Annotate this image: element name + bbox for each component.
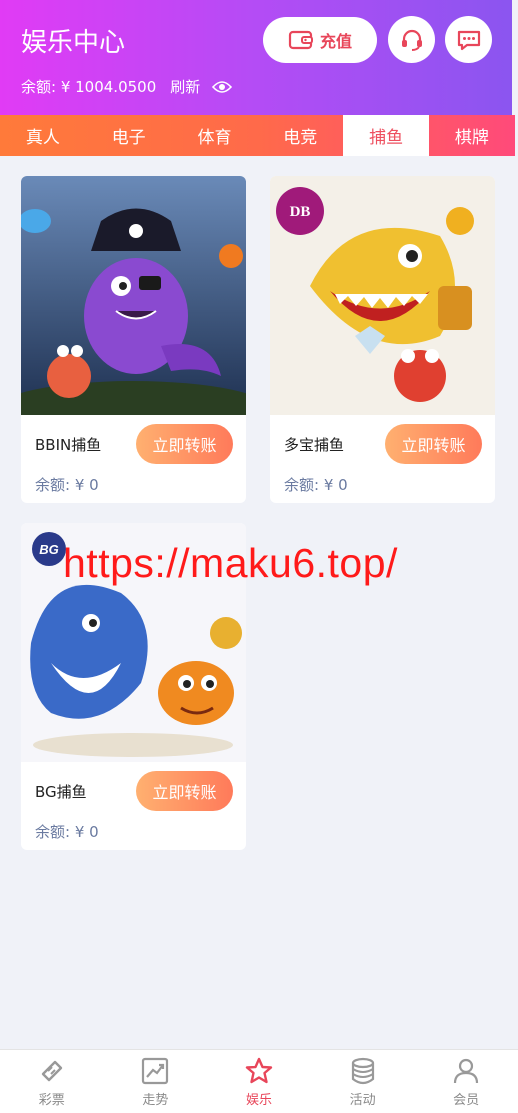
tab-sports[interactable]: 体育 (172, 115, 258, 156)
tab-esports[interactable]: 电竞 (257, 115, 343, 156)
svg-text:DB: DB (290, 204, 311, 220)
nav-item-entertainment[interactable]: 娱乐 (207, 1050, 311, 1113)
game-name: BG捕鱼 (35, 783, 87, 801)
star-icon (245, 1057, 273, 1084)
chat-icon (457, 30, 480, 50)
nav-label: 活动 (349, 1093, 376, 1108)
customer-service-button[interactable] (388, 16, 435, 63)
bbin-fishing-image (21, 176, 246, 415)
db-logo: DB (280, 190, 320, 230)
message-button[interactable] (445, 16, 492, 63)
transfer-button[interactable]: 立即转账 (385, 424, 482, 464)
nav-label: 走势 (142, 1093, 169, 1108)
game-name: 多宝捕鱼 (284, 436, 345, 454)
game-balance: 余额: ¥ 0 (284, 476, 348, 494)
tab-cards[interactable]: 棋牌 (429, 115, 515, 156)
recharge-label: 充值 (319, 32, 352, 51)
eye-icon[interactable] (212, 80, 233, 94)
category-tabs: 真人 电子 体育 电竞 捕鱼 棋牌 (0, 115, 515, 156)
headset-icon (401, 29, 422, 51)
tab-slots[interactable]: 电子 (86, 115, 172, 156)
nav-item-trend[interactable]: 走势 (104, 1050, 208, 1113)
balance-row: 余额: ¥ 1004.0500 刷新 (21, 76, 233, 97)
user-icon (454, 1058, 479, 1084)
nav-item-member[interactable]: 会员 (414, 1050, 518, 1113)
refresh-button[interactable]: 刷新 (170, 76, 200, 97)
game-balance: 余额: ¥ 0 (35, 476, 99, 494)
bottom-nav: 彩票 走势 娱乐 活动 会员 (0, 1049, 518, 1113)
game-balance: 余额: ¥ 0 (35, 823, 99, 841)
trend-icon (142, 1057, 169, 1085)
nav-item-lottery[interactable]: 彩票 (0, 1050, 104, 1113)
watermark-url: https://maku6.top/ (63, 540, 398, 586)
tab-fishing[interactable]: 捕鱼 (343, 115, 429, 156)
nav-label: 娱乐 (245, 1093, 272, 1108)
header: 娱乐中心 余额: ¥ 1004.0500 刷新 充值 (0, 0, 512, 115)
page-title: 娱乐中心 (21, 28, 126, 58)
recharge-button[interactable]: 充值 (263, 17, 377, 63)
wallet-icon (288, 30, 313, 50)
nav-item-activity[interactable]: 活动 (311, 1050, 415, 1113)
transfer-button[interactable]: 立即转账 (136, 771, 233, 811)
svg-text:BG: BG (39, 542, 59, 557)
transfer-button[interactable]: 立即转账 (136, 424, 233, 464)
nav-label: 会员 (453, 1093, 480, 1108)
coins-icon (351, 1057, 374, 1085)
game-name: BBIN捕鱼 (35, 436, 102, 454)
nav-label: 彩票 (38, 1093, 65, 1108)
game-card-duobao[interactable]: DB 多宝捕鱼 立即转账 余额: ¥ 0 (270, 176, 495, 503)
game-card-bbin[interactable]: BBIN捕鱼 立即转账 余额: ¥ 0 (21, 176, 246, 503)
balance-text: 余额: ¥ 1004.0500 (21, 78, 157, 96)
lottery-icon (41, 1060, 62, 1082)
bg-logo: BG (32, 532, 66, 566)
tab-live[interactable]: 真人 (0, 115, 86, 156)
